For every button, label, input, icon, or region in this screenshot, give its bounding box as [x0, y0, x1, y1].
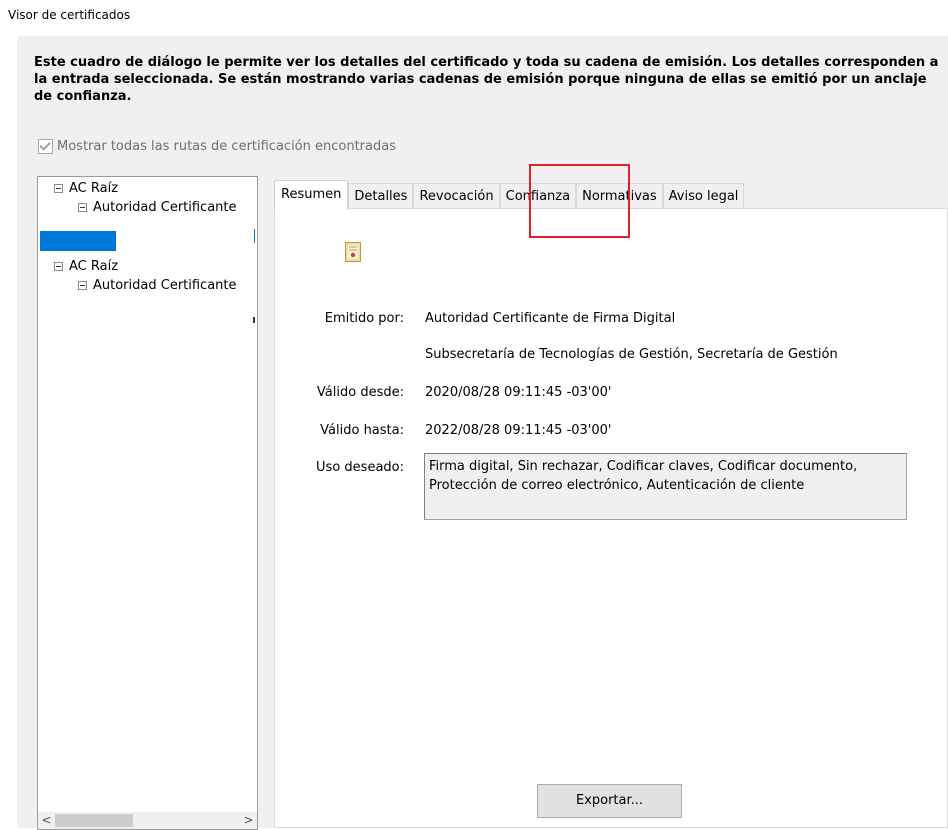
export-button[interactable]: Exportar...	[537, 784, 682, 818]
tree-node-label: Autoridad Certificante	[93, 200, 237, 215]
tree-node-selected[interactable]	[40, 231, 116, 251]
details-tabs: Resumen Detalles Revocación Confianza No…	[274, 180, 745, 210]
dialog-description: Este cuadro de diálogo le permite ver lo…	[34, 55, 939, 104]
collapse-icon[interactable]	[78, 281, 87, 290]
usage-value: Firma digital, Sin rechazar, Codificar c…	[424, 453, 907, 520]
scrollbar-thumb[interactable]	[55, 814, 133, 827]
scroll-right-icon[interactable]: >	[240, 812, 257, 829]
tab-aviso-legal[interactable]: Aviso legal	[662, 183, 745, 209]
tree-horizontal-scrollbar[interactable]: < >	[38, 812, 257, 829]
show-all-paths-checkbox[interactable]: Mostrar todas las rutas de certificación…	[38, 139, 396, 154]
tab-confianza[interactable]: Confianza	[499, 183, 577, 209]
tab-resumen[interactable]: Resumen	[274, 180, 349, 210]
issued-by-label: Emitido por:	[324, 311, 404, 326]
usage-label: Uso deseado:	[316, 460, 404, 475]
tree-node-root-2[interactable]: AC Raíz	[54, 259, 118, 274]
tree-node-root-1[interactable]: AC Raíz	[54, 181, 118, 196]
collapse-icon[interactable]	[54, 184, 63, 193]
tree-node-child-1[interactable]: Autoridad Certificante	[78, 200, 237, 215]
valid-from-label: Válido desde:	[316, 385, 404, 400]
tree-line-fragment	[253, 317, 255, 323]
certificate-tree[interactable]: AC Raíz Autoridad Certificante AC Raíz A…	[37, 176, 258, 830]
tab-revocacion[interactable]: Revocación	[413, 183, 500, 209]
tab-detalles[interactable]: Detalles	[348, 183, 414, 209]
tree-node-label: Autoridad Certificante	[93, 278, 237, 293]
tree-node-label: AC Raíz	[69, 259, 119, 274]
issued-by-organization: Subsecretaría de Tecnologías de Gestión,…	[425, 347, 838, 362]
valid-to-value: 2022/08/28 09:11:45 -03'00'	[425, 423, 612, 438]
tree-node-label: AC Raíz	[69, 181, 119, 196]
certificate-icon	[345, 242, 361, 262]
issued-by-value: Autoridad Certificante de Firma Digital	[425, 311, 676, 326]
tree-node-child-2[interactable]: Autoridad Certificante	[78, 278, 237, 293]
valid-to-label: Válido hasta:	[320, 423, 404, 438]
valid-from-value: 2020/08/28 09:11:45 -03'00'	[425, 385, 612, 400]
window-title: Visor de certificados	[8, 8, 131, 22]
collapse-icon[interactable]	[78, 203, 87, 212]
checkbox-check-icon[interactable]	[38, 139, 53, 154]
collapse-icon[interactable]	[54, 262, 63, 271]
tab-normativas[interactable]: Normativas	[576, 183, 663, 209]
scroll-left-icon[interactable]: <	[38, 812, 55, 829]
show-all-paths-label: Mostrar todas las rutas de certificación…	[57, 139, 396, 154]
selection-edge	[254, 229, 255, 243]
